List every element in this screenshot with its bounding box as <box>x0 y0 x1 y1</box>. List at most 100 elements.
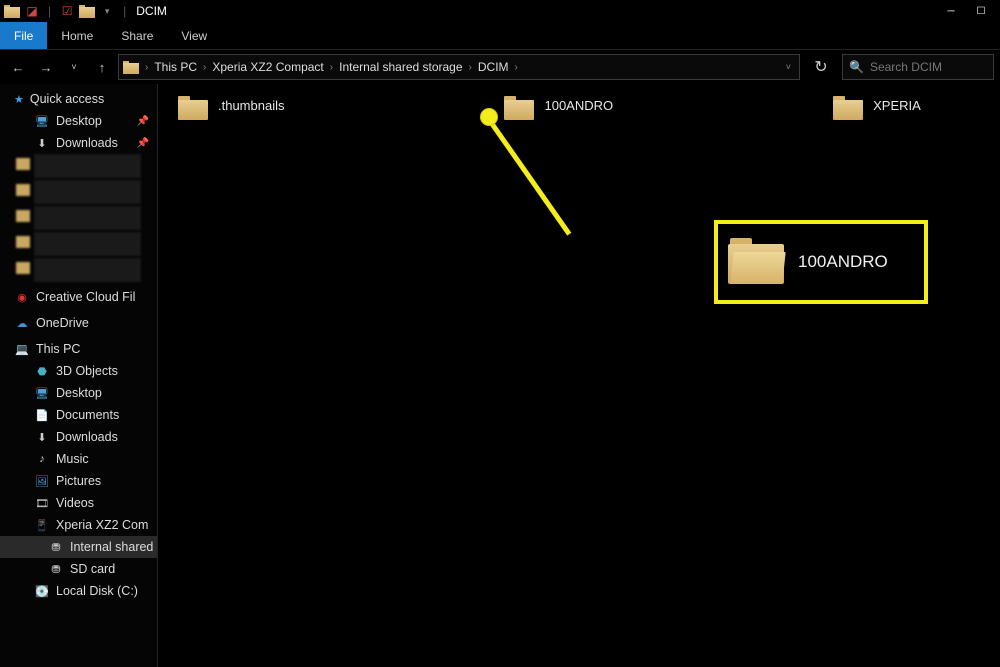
phone-icon: 📱 <box>34 518 50 532</box>
download-icon: ⬇ <box>34 136 50 150</box>
chevron-right-icon[interactable]: › <box>469 62 472 73</box>
redacted-item <box>34 180 141 204</box>
quick-access-toolbar: ◪ | ☑ ▾ | <box>4 3 130 19</box>
redacted-item <box>34 206 141 230</box>
sidebar-item-label: SD card <box>70 562 115 576</box>
chevron-right-icon[interactable]: › <box>515 62 518 73</box>
sidebar-item-label: 3D Objects <box>56 364 118 378</box>
sidebar-item-onedrive[interactable]: ☁ OneDrive <box>0 312 157 334</box>
search-placeholder: Search DCIM <box>870 60 942 74</box>
recent-dropdown-icon[interactable]: ˅ <box>62 55 86 79</box>
sidebar-item-this-pc[interactable]: 💻 This PC <box>0 338 157 360</box>
forward-button[interactable]: → <box>34 55 58 79</box>
qat-dropdown-icon[interactable]: ▾ <box>99 3 115 19</box>
sidebar-item-xperia[interactable]: 📱 Xperia XZ2 Com <box>0 514 157 536</box>
sidebar-item-label: Internal shared <box>70 540 153 554</box>
address-dropdown-icon[interactable]: ˅ <box>786 62 791 72</box>
back-button[interactable]: ← <box>6 55 30 79</box>
sidebar-item-videos[interactable]: 🎞 Videos <box>0 492 157 514</box>
minimize-button[interactable]: ─ <box>936 0 966 22</box>
folder-label: XPERIA <box>873 96 921 113</box>
documents-icon: 📄 <box>34 408 50 422</box>
sidebar-item-pc-desktop[interactable]: 🖥 Desktop <box>0 382 157 404</box>
sidebar-item-label: Documents <box>56 408 119 422</box>
separator-icon: | <box>48 4 51 18</box>
folder-icon <box>4 3 20 19</box>
folder-item-xperia[interactable]: XPERIA <box>833 96 921 120</box>
sd-card-icon: ⛃ <box>48 562 64 576</box>
address-bar[interactable]: › This PC › Xperia XZ2 Compact › Interna… <box>118 54 800 80</box>
redacted-item <box>34 258 141 282</box>
search-input[interactable]: 🔍 Search DCIM <box>842 54 994 80</box>
sidebar-item-sd-card[interactable]: ⛃ SD card <box>0 558 157 580</box>
music-icon: ♪ <box>34 452 50 466</box>
checklist-icon[interactable]: ☑ <box>59 3 75 19</box>
folder-icon <box>178 96 208 120</box>
tab-share[interactable]: Share <box>107 22 167 49</box>
tab-file[interactable]: File <box>0 22 47 49</box>
chevron-right-icon[interactable]: › <box>330 62 333 73</box>
tab-home[interactable]: Home <box>47 22 107 49</box>
sidebar-item-label: Desktop <box>56 386 102 400</box>
callout-label: 100ANDRO <box>798 252 888 272</box>
navigation-pane: ★ Quick access 🖥 Desktop 📌 ⬇ Downloads 📌… <box>0 84 158 667</box>
sidebar-item-label: This PC <box>36 342 80 356</box>
cube-icon: ⬣ <box>34 364 50 378</box>
folder-label: 100ANDRO <box>544 96 613 113</box>
sidebar-item-music[interactable]: ♪ Music <box>0 448 157 470</box>
sidebar-item-label: Quick access <box>30 92 104 106</box>
folder-row: .thumbnails 100ANDRO XPERIA <box>178 96 980 120</box>
chevron-right-icon[interactable]: › <box>145 62 148 73</box>
sidebar-item-quick-access[interactable]: ★ Quick access <box>0 88 157 110</box>
pin-icon: 📌 <box>137 138 149 149</box>
sidebar-item-3d-objects[interactable]: ⬣ 3D Objects <box>0 360 157 382</box>
pictures-icon: 🖼 <box>34 474 50 488</box>
folder-icon <box>504 96 534 120</box>
breadcrumb[interactable]: Xperia XZ2 Compact <box>208 60 327 74</box>
content-area[interactable]: .thumbnails 100ANDRO XPERIA 100ANDRO <box>158 84 1000 667</box>
folder-icon <box>728 238 784 286</box>
folder-item-thumbnails[interactable]: .thumbnails <box>178 96 284 120</box>
maximize-button[interactable]: ☐ <box>966 0 996 22</box>
sidebar-item-label: Local Disk (C:) <box>56 584 138 598</box>
folder-icon <box>123 61 139 74</box>
up-button[interactable]: ↑ <box>90 55 114 79</box>
separator-icon: | <box>123 4 126 18</box>
sidebar-item-creative-cloud[interactable]: ◉ Creative Cloud Fil <box>0 286 157 308</box>
window-title: DCIM <box>136 4 167 18</box>
star-icon: ★ <box>14 93 24 106</box>
breadcrumb[interactable]: Internal shared storage <box>335 60 466 74</box>
creative-cloud-icon: ◉ <box>14 290 30 304</box>
folder-item-100andro[interactable]: 100ANDRO <box>504 96 613 120</box>
sidebar-item-documents[interactable]: 📄 Documents <box>0 404 157 426</box>
annotation-callout: 100ANDRO <box>714 220 928 304</box>
body: ★ Quick access 🖥 Desktop 📌 ⬇ Downloads 📌… <box>0 84 1000 667</box>
title-bar: ◪ | ☑ ▾ | DCIM ─ ☐ <box>0 0 1000 22</box>
folder-label: .thumbnails <box>218 96 284 113</box>
cloud-icon: ☁ <box>14 316 30 330</box>
refresh-button[interactable]: ↻ <box>808 54 834 80</box>
chevron-right-icon[interactable]: › <box>203 62 206 73</box>
sidebar-item-pc-downloads[interactable]: ⬇ Downloads <box>0 426 157 448</box>
tab-view[interactable]: View <box>167 22 221 49</box>
pc-icon: 💻 <box>14 342 30 356</box>
sidebar-item-desktop[interactable]: 🖥 Desktop 📌 <box>0 110 157 132</box>
breadcrumb[interactable]: DCIM <box>474 60 513 74</box>
sidebar-item-label: Pictures <box>56 474 101 488</box>
properties-icon[interactable]: ◪ <box>24 3 40 19</box>
sidebar-item-label: Music <box>56 452 89 466</box>
sidebar-item-label: Xperia XZ2 Com <box>56 518 148 532</box>
sidebar-item-pictures[interactable]: 🖼 Pictures <box>0 470 157 492</box>
sidebar-item-label: Videos <box>56 496 94 510</box>
videos-icon: 🎞 <box>34 496 50 510</box>
sidebar-item-downloads[interactable]: ⬇ Downloads 📌 <box>0 132 157 154</box>
breadcrumb[interactable]: This PC <box>150 60 201 74</box>
sidebar-item-internal-storage[interactable]: ⛃ Internal shared <box>0 536 157 558</box>
desktop-icon: 🖥 <box>34 114 50 128</box>
sidebar-item-local-disk[interactable]: 💽 Local Disk (C:) <box>0 580 157 602</box>
sidebar-item-label: OneDrive <box>36 316 89 330</box>
navigation-bar: ← → ˅ ↑ › This PC › Xperia XZ2 Compact ›… <box>0 50 1000 84</box>
ribbon-tabs: File Home Share View <box>0 22 1000 50</box>
search-icon: 🔍 <box>849 60 864 74</box>
folder-icon <box>79 3 95 19</box>
